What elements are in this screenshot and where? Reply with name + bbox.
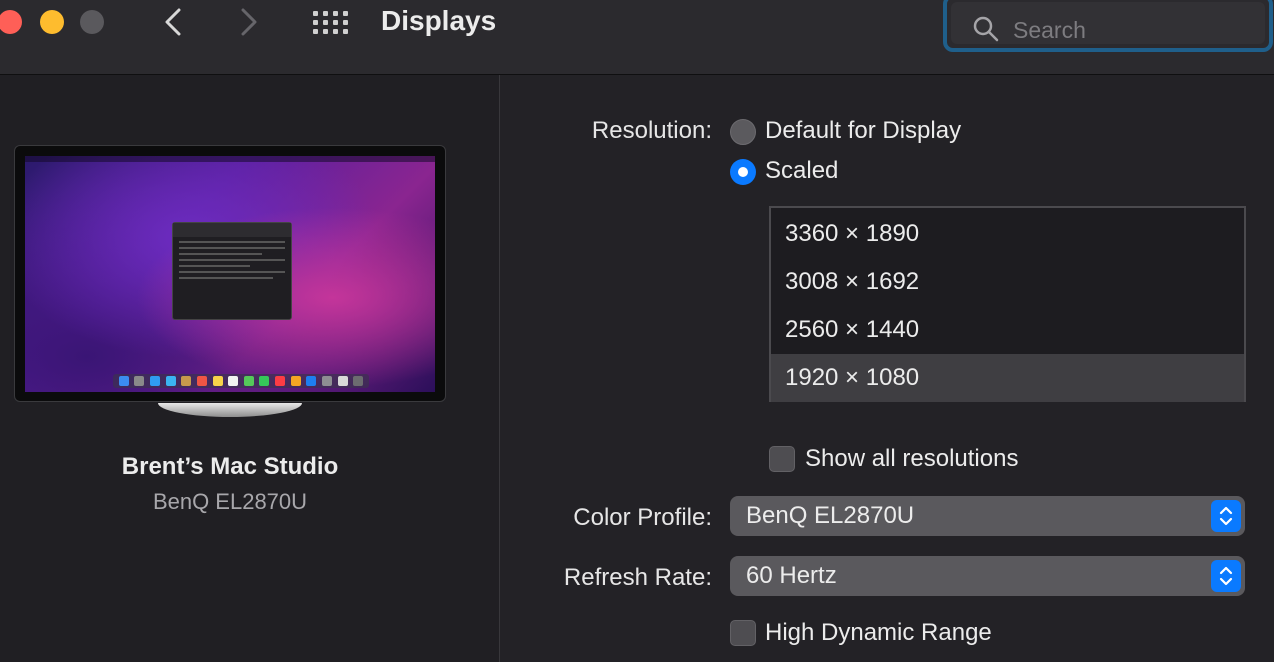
resolution-item[interactable]: 3360 × 1890: [771, 210, 1244, 258]
search-input[interactable]: [1013, 16, 1253, 44]
forward-button[interactable]: [234, 6, 264, 38]
display-settings: Resolution: Default for Display Scaled 3…: [501, 75, 1274, 662]
default-for-display-label[interactable]: Default for Display: [765, 117, 961, 145]
zoom-button[interactable]: [80, 10, 104, 34]
color-profile-value: BenQ EL2870U: [746, 502, 915, 529]
show-all-preferences-button[interactable]: [313, 11, 349, 35]
resolution-item[interactable]: 3008 × 1692: [771, 258, 1244, 306]
chevron-right-icon: [241, 8, 257, 36]
device-name: Brent’s Mac Studio: [121, 453, 339, 480]
resolution-list[interactable]: 3360 × 1890 3008 × 1692 2560 × 1440 1920…: [769, 206, 1246, 402]
resolution-item-selected[interactable]: 1920 × 1080: [771, 354, 1244, 402]
show-all-resolutions-checkbox[interactable]: [769, 446, 795, 472]
display-sidebar: Brent’s Mac Studio BenQ EL2870U: [0, 75, 500, 662]
mini-menubar: [25, 156, 435, 162]
high-dynamic-range-checkbox[interactable]: [730, 620, 756, 646]
show-all-resolutions-label[interactable]: Show all resolutions: [805, 445, 1018, 473]
close-button[interactable]: [0, 10, 22, 34]
refresh-rate-value: 60 Hertz: [746, 562, 837, 589]
mini-dock: [113, 374, 369, 388]
desktop-wallpaper: [25, 156, 435, 392]
scaled-label[interactable]: Scaled: [765, 157, 838, 185]
high-dynamic-range-label[interactable]: High Dynamic Range: [765, 619, 992, 647]
search-field[interactable]: [943, 0, 1273, 52]
search-icon: [973, 16, 999, 42]
color-profile-popup[interactable]: BenQ EL2870U: [730, 496, 1245, 536]
title-bar: Displays: [0, 0, 1274, 75]
resolution-item[interactable]: 2560 × 1440: [771, 306, 1244, 354]
back-button[interactable]: [158, 6, 188, 38]
mini-app-window: [172, 222, 292, 320]
radio-default-for-display[interactable]: [730, 119, 756, 145]
refresh-rate-label: Refresh Rate:: [563, 564, 712, 591]
device-model: BenQ EL2870U: [152, 489, 308, 514]
monitor-preview[interactable]: [14, 145, 446, 402]
radio-scaled[interactable]: [730, 159, 756, 185]
monitor-stand: [158, 403, 302, 417]
updown-chevron-icon: [1211, 560, 1241, 592]
updown-chevron-icon: [1211, 500, 1241, 532]
refresh-rate-popup[interactable]: 60 Hertz: [730, 556, 1245, 596]
chevron-left-icon: [165, 8, 181, 36]
minimize-button[interactable]: [40, 10, 64, 34]
color-profile-label: Color Profile:: [573, 504, 712, 531]
window-title: Displays: [381, 5, 497, 36]
resolution-label: Resolution:: [591, 117, 712, 144]
